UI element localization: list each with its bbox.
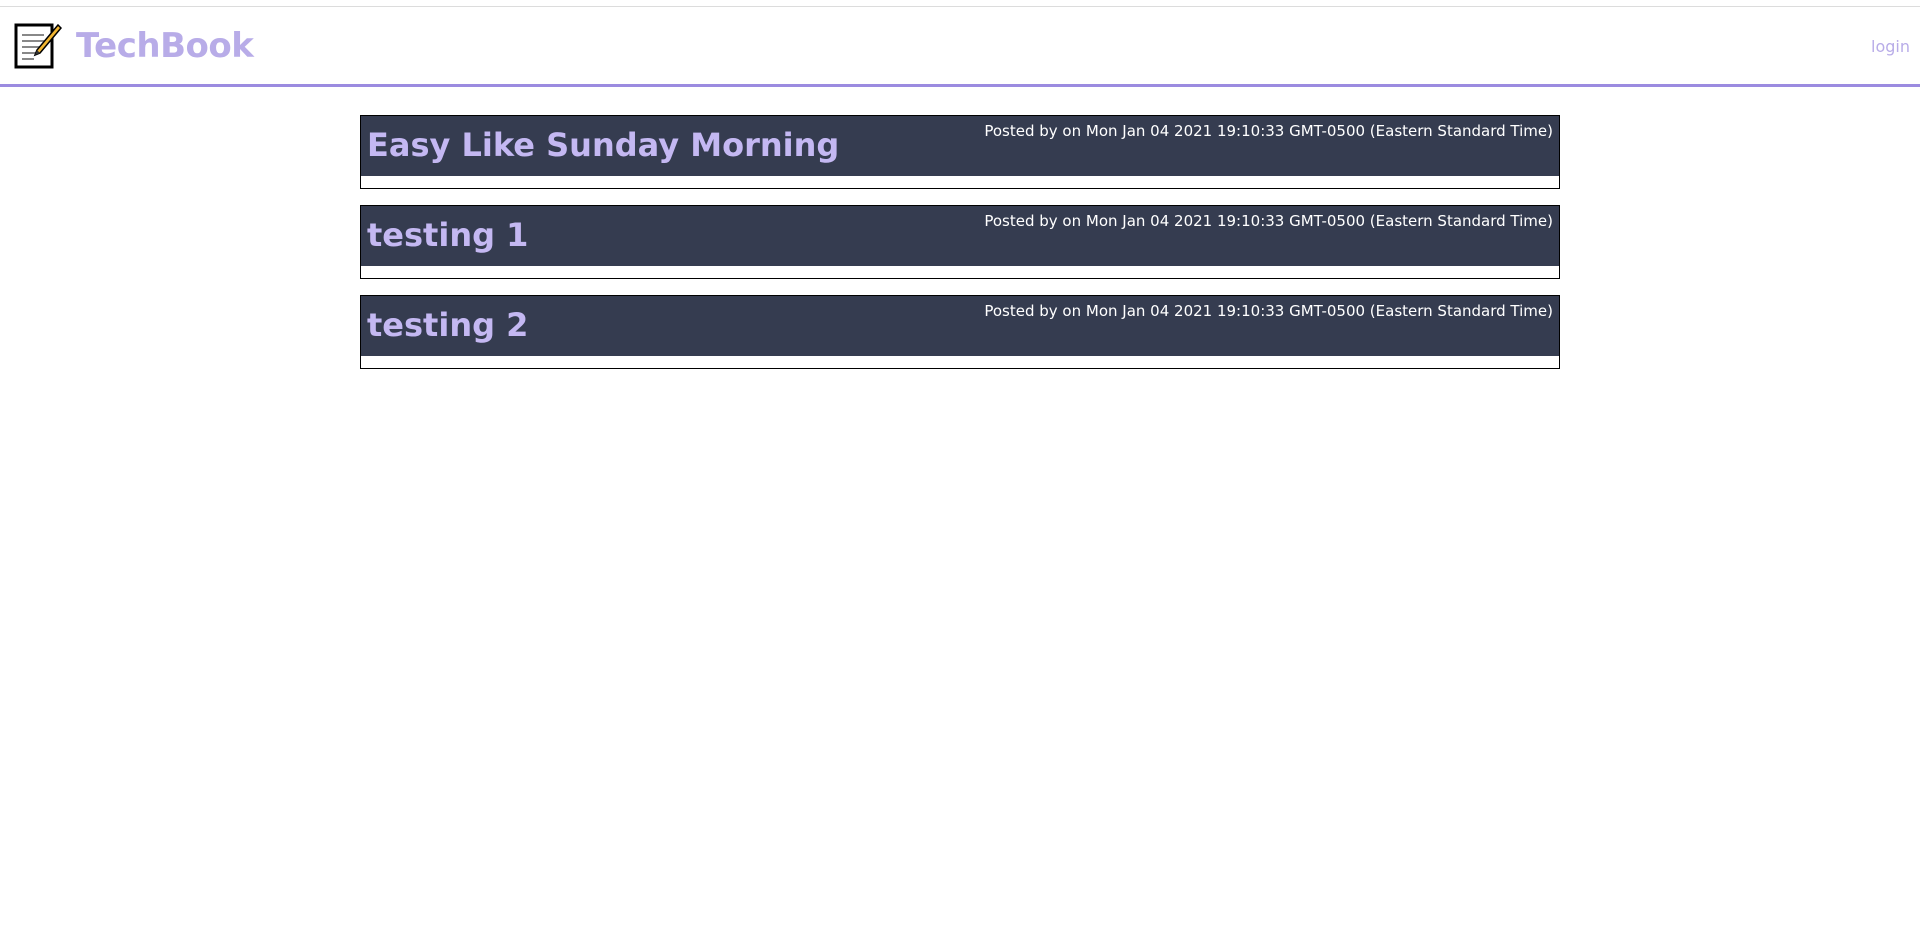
post-meta: Posted by on Mon Jan 04 2021 19:10:33 GM… (984, 122, 1553, 140)
site-header: TechBook login (0, 7, 1920, 87)
post-header: testing 2 Posted by on Mon Jan 04 2021 1… (361, 296, 1559, 356)
post-title[interactable]: Easy Like Sunday Morning (367, 126, 839, 164)
post-title[interactable]: testing 2 (367, 306, 528, 344)
brand-name[interactable]: TechBook (76, 26, 254, 66)
post-card: Easy Like Sunday Morning Posted by on Mo… (360, 115, 1560, 189)
post-body (361, 266, 1559, 278)
post-body (361, 176, 1559, 188)
post-card: testing 1 Posted by on Mon Jan 04 2021 1… (360, 205, 1560, 279)
login-link[interactable]: login (1871, 37, 1910, 56)
post-header: Easy Like Sunday Morning Posted by on Mo… (361, 116, 1559, 176)
notepad-pencil-icon[interactable] (14, 21, 63, 71)
post-title[interactable]: testing 1 (367, 216, 528, 254)
post-card: testing 2 Posted by on Mon Jan 04 2021 1… (360, 295, 1560, 369)
post-meta: Posted by on Mon Jan 04 2021 19:10:33 GM… (984, 302, 1553, 320)
top-divider (0, 0, 1920, 7)
post-meta: Posted by on Mon Jan 04 2021 19:10:33 GM… (984, 212, 1553, 230)
post-header: testing 1 Posted by on Mon Jan 04 2021 1… (361, 206, 1559, 266)
post-body (361, 356, 1559, 368)
post-list: Easy Like Sunday Morning Posted by on Mo… (360, 115, 1560, 385)
